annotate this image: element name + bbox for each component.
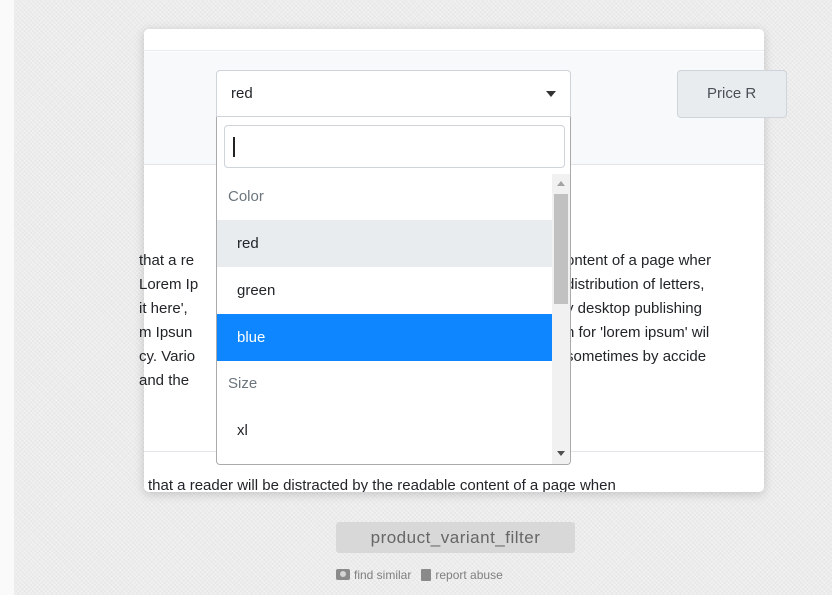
select-value: red — [231, 85, 253, 102]
scrollbar-thumb[interactable] — [554, 194, 568, 304]
option-xl[interactable]: xl — [217, 407, 552, 454]
paragraph-line: n for 'lorem ipsum' wil — [566, 324, 710, 341]
price-range-button[interactable]: Price R — [677, 70, 787, 118]
select-dropdown: Color red green blue Size xl — [216, 117, 571, 465]
optgroup-color: Color — [228, 188, 264, 205]
option-red[interactable]: red — [217, 220, 552, 267]
paragraph-line: and the — [139, 372, 190, 389]
paragraph-line: ontent of a page wher — [566, 252, 712, 269]
snippet-caption: product_variant_filter — [336, 522, 575, 553]
dropdown-scrollbar[interactable] — [552, 174, 570, 464]
paragraph-line: distribution of letters, — [566, 276, 705, 293]
footer-links: find similar report abuse — [336, 567, 503, 582]
paragraph-line: y desktop publishing — [566, 300, 702, 317]
optgroup-size: Size — [228, 375, 258, 392]
scroll-down-arrow-icon[interactable] — [557, 451, 565, 456]
page-left-edge — [0, 0, 14, 595]
clipboard-icon — [421, 568, 432, 581]
report-abuse-link[interactable]: report abuse — [435, 568, 502, 582]
find-similar-link[interactable]: find similar — [354, 568, 411, 582]
variant-select[interactable]: red — [216, 70, 571, 117]
dropdown-search-input[interactable] — [224, 125, 565, 168]
paragraph-line: cy. Vario — [139, 348, 196, 365]
caret-down-icon[interactable] — [546, 91, 556, 97]
paragraph-line: m Ipsun — [139, 324, 193, 341]
option-blue[interactable]: blue — [217, 314, 552, 361]
paragraph-line: it here', — [139, 300, 188, 317]
paragraph-line: Lorem Ip — [139, 276, 199, 293]
options-list: Color red green blue Size xl — [217, 174, 552, 454]
paragraph-line: sometimes by accide — [566, 348, 707, 365]
paragraph-line: that a re — [139, 252, 195, 269]
text-cursor — [233, 137, 235, 157]
option-green[interactable]: green — [217, 267, 552, 314]
card-top-band — [144, 29, 764, 51]
scroll-up-arrow-icon[interactable] — [557, 181, 565, 186]
faded-paragraph-line: that a reader will be distracted by the … — [148, 477, 616, 492]
camera-icon — [336, 569, 350, 581]
